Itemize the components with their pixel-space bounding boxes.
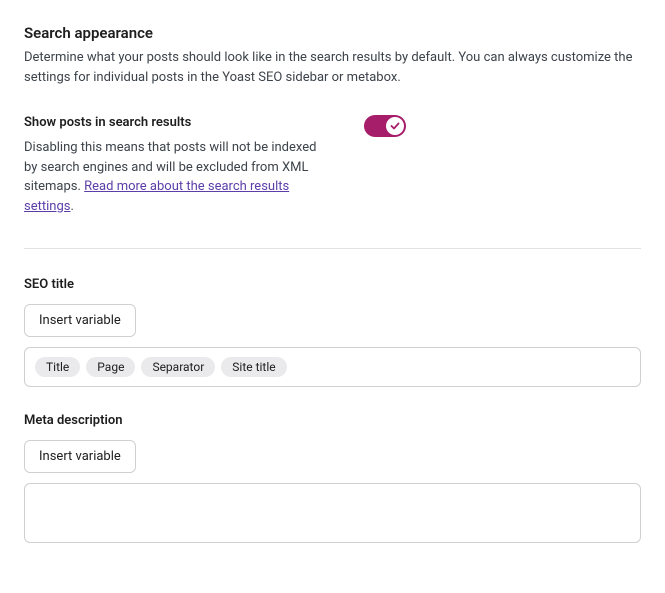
show-posts-toggle-row: Show posts in search results Disabling t… [24,115,641,216]
section-description: Determine what your posts should look li… [24,48,641,87]
meta-description-block: Meta description Insert variable [24,413,641,543]
variable-chip[interactable]: Page [86,357,135,377]
meta-description-insert-variable-button[interactable]: Insert variable [24,440,136,473]
check-icon [390,121,400,131]
section-title: Search appearance [24,24,641,42]
seo-title-label: SEO title [24,277,641,292]
seo-title-input[interactable]: Title Page Separator Site title [24,347,641,387]
toggle-text-block: Show posts in search results Disabling t… [24,115,324,216]
variable-chip[interactable]: Separator [141,357,215,377]
variable-chip[interactable]: Site title [221,357,286,377]
show-posts-description: Disabling this means that posts will not… [24,138,324,216]
meta-description-label: Meta description [24,413,641,428]
section-divider [24,248,641,249]
meta-description-input[interactable] [24,483,641,543]
show-posts-label: Show posts in search results [24,115,324,130]
toggle-desc-period: . [70,199,73,214]
seo-title-insert-variable-button[interactable]: Insert variable [24,304,136,337]
seo-title-block: SEO title Insert variable Title Page Separ… [24,277,641,387]
variable-chip[interactable]: Title [35,357,80,377]
show-posts-toggle[interactable] [364,115,406,137]
toggle-knob [386,117,404,135]
